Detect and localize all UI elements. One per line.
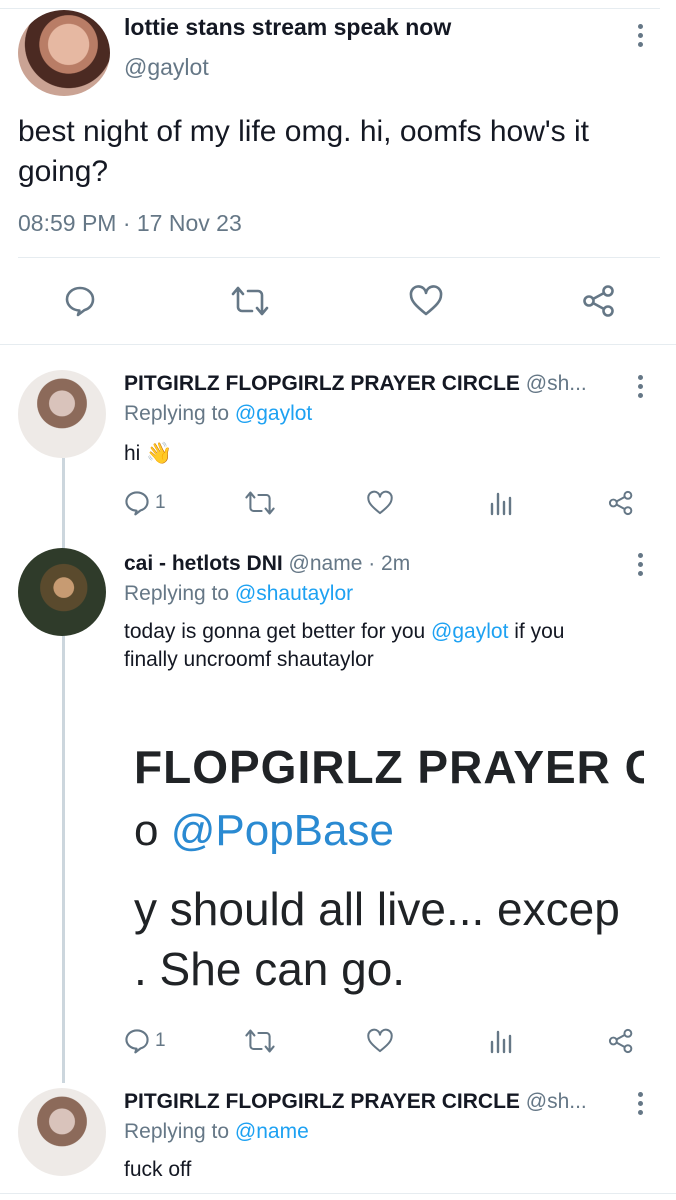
handle[interactable]: @gaylot	[124, 54, 209, 81]
analytics-icon[interactable]	[488, 1028, 514, 1054]
reply-header[interactable]: PITGIRLZ FLOPGIRLZ PRAYER CIRCLE @sh...	[124, 372, 587, 396]
reply-text-part: if you	[508, 620, 565, 643]
replying-to: Replying to @name	[124, 1120, 309, 1144]
reply-text: hi 👋	[124, 442, 173, 465]
more-icon[interactable]	[637, 553, 645, 579]
reply-text: today is gonna get better for you @gaylo…	[124, 618, 654, 674]
share-icon[interactable]	[582, 284, 616, 318]
handle: @sh...	[525, 372, 587, 395]
replying-label: Replying to	[124, 582, 230, 605]
embedded-image[interactable]: FLOPGIRLZ PRAYER C o @PopBase y should a…	[124, 720, 644, 1010]
mention-link[interactable]: @gaylot	[235, 402, 312, 425]
divider	[0, 344, 676, 345]
display-name: PITGIRLZ FLOPGIRLZ PRAYER CIRCLE	[124, 372, 520, 395]
replying-label: Replying to	[124, 402, 230, 425]
avatar[interactable]	[18, 10, 110, 96]
replying-to: Replying to @shautaylor	[124, 582, 353, 606]
main-tweet: lottie stans stream speak now @gaylot be…	[0, 0, 676, 345]
reply-icon[interactable]	[124, 1028, 150, 1054]
embed-line: FLOPGIRLZ PRAYER C	[134, 741, 644, 793]
embed-line: y should all live... excep	[134, 883, 620, 935]
heart-icon[interactable]	[408, 285, 444, 317]
handle: @name · 2m	[288, 552, 411, 575]
display-name: cai - hetlots DNI	[124, 552, 283, 575]
display-name[interactable]: lottie stans stream speak now	[124, 14, 451, 41]
heart-icon[interactable]	[366, 1028, 394, 1054]
reply-text-part: finally uncroomf shautaylor	[124, 648, 374, 671]
reply-text-part: today is gonna get better for you	[124, 620, 432, 643]
embed-line: o @PopBase	[134, 806, 394, 856]
divider	[18, 257, 660, 258]
mention-link[interactable]: @name	[235, 1120, 309, 1143]
embed-mention: @PopBase	[170, 806, 394, 855]
reply-header[interactable]: cai - hetlots DNI @name · 2m	[124, 552, 410, 576]
reply-header[interactable]: PITGIRLZ FLOPGIRLZ PRAYER CIRCLE @sh...	[124, 1090, 587, 1114]
avatar[interactable]	[18, 1088, 106, 1176]
avatar[interactable]	[18, 370, 106, 458]
reply-count: 1	[155, 1030, 166, 1051]
reply-icon[interactable]	[64, 285, 96, 317]
embed-line: . She can go.	[134, 943, 406, 995]
more-icon[interactable]	[637, 24, 645, 50]
reply-text: fuck off	[124, 1158, 192, 1181]
embed-text: o	[134, 806, 171, 855]
replying-to: Replying to @gaylot	[124, 402, 312, 426]
timestamp[interactable]: 08:59 PM · 17 Nov 23	[18, 210, 242, 237]
mention-link[interactable]: @gaylot	[431, 620, 508, 643]
handle: @sh...	[525, 1090, 587, 1113]
display-name: PITGIRLZ FLOPGIRLZ PRAYER CIRCLE	[124, 1090, 520, 1113]
tweet-text: best night of my life omg. hi, oomfs how…	[18, 115, 589, 188]
reply-count: 1	[155, 492, 166, 513]
more-icon[interactable]	[637, 375, 645, 401]
share-icon[interactable]	[608, 1028, 634, 1054]
retweet-icon[interactable]	[244, 1028, 276, 1054]
mention-link[interactable]: @shautaylor	[235, 582, 353, 605]
divider	[0, 1193, 676, 1194]
heart-icon[interactable]	[366, 490, 394, 516]
share-icon[interactable]	[608, 490, 634, 516]
avatar[interactable]	[18, 548, 106, 636]
reply-icon[interactable]	[124, 490, 150, 516]
replying-label: Replying to	[124, 1120, 230, 1143]
more-icon[interactable]	[637, 1092, 645, 1118]
retweet-icon[interactable]	[230, 285, 270, 317]
analytics-icon[interactable]	[488, 490, 514, 516]
retweet-icon[interactable]	[244, 490, 276, 516]
